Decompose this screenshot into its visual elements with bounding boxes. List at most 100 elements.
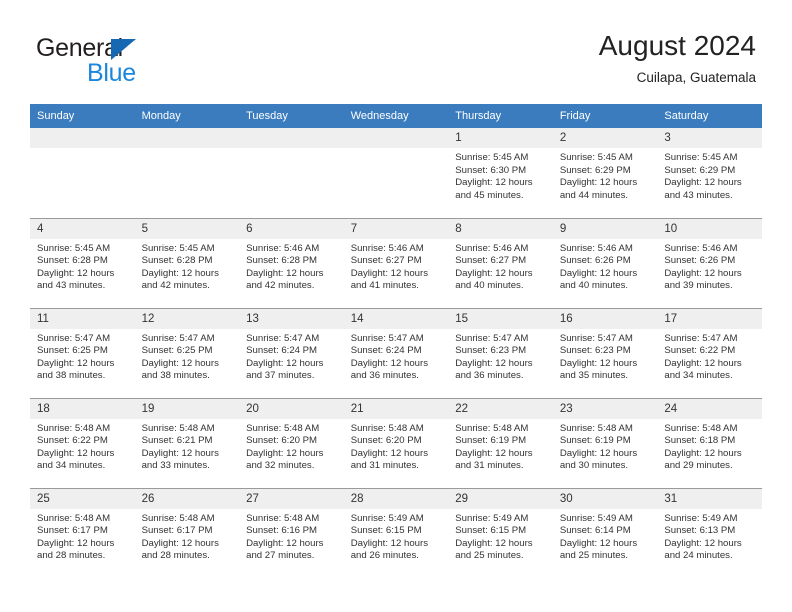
sun-info-line-sunrise: Sunrise: 5:48 AM [141, 512, 215, 524]
sun-info-line-daylight-1: Daylight: 12 hours [350, 537, 429, 549]
sun-info-line-daylight-1: Daylight: 12 hours [455, 177, 533, 189]
calendar-day-cell[interactable]: 14 Sunrise: 5:47 AM Sunset: 6:24 PM Dayligh… [343, 307, 449, 398]
sun-info-line-sunrise: Sunrise: 5:46 AM [455, 242, 529, 254]
calendar-day-cell[interactable]: 19 Sunrise: 5:48 AM Sunset: 6:21 PM Dayligh… [134, 397, 240, 488]
calendar-day-cell[interactable]: 27 Sunrise: 5:48 AM Sunset: 6:16 PM Dayligh… [239, 487, 344, 578]
sun-info-line-sunrise: Sunrise: 5:49 AM [559, 512, 633, 524]
sun-info-line-sunset: Sunset: 6:20 PM [350, 435, 422, 447]
sun-info-line-sunrise: Sunrise: 5:46 AM [664, 242, 738, 254]
sun-info-line-daylight-1: Daylight: 12 hours [350, 267, 429, 279]
sun-info-line-daylight-1: Daylight: 12 hours [664, 447, 742, 459]
calendar-day-cell[interactable]: 7 Sunrise: 5:46 AM Sunset: 6:27 PM Daylight… [343, 217, 449, 308]
calendar-day-cell[interactable]: 3 Sunrise: 5:45 AM Sunset: 6:29 PM Daylight… [657, 128, 762, 218]
calendar-week-row: 18 Sunrise: 5:48 AM Sunset: 6:22 PM Dayligh… [30, 397, 762, 488]
day-number: 15 [448, 308, 553, 329]
sun-info-line-sunset: Sunset: 6:25 PM [37, 345, 108, 357]
day-number: 6 [239, 218, 344, 239]
sun-info-line-daylight-1: Daylight: 12 hours [559, 177, 638, 189]
generalblue-logo[interactable]: General Blue [36, 34, 236, 90]
weekday-header-tuesday: Tuesday [239, 104, 344, 128]
sun-info-line-daylight-2: and 33 minutes. [141, 460, 210, 472]
sun-info-line-daylight-1: Daylight: 12 hours [350, 447, 429, 459]
day-sun-info: Sunrise: 5:45 AM Sunset: 6:28 PM Daylight:… [135, 239, 240, 293]
weekday-header-thursday: Thursday [448, 104, 553, 128]
calendar-day-cell[interactable]: 1 Sunrise: 5:45 AM Sunset: 6:30 PM Daylight… [448, 128, 553, 218]
calendar-day-cell[interactable]: 13 Sunrise: 5:47 AM Sunset: 6:24 PM Dayligh… [239, 307, 344, 398]
calendar-day-cell[interactable]: 16 Sunrise: 5:47 AM Sunset: 6:23 PM Dayligh… [552, 307, 658, 398]
sun-info-line-daylight-1: Daylight: 12 hours [141, 447, 219, 459]
day-sun-info: Sunrise: 5:47 AM Sunset: 6:23 PM Daylight:… [448, 329, 553, 383]
calendar-day-cell[interactable]: 17 Sunrise: 5:47 AM Sunset: 6:22 PM Dayligh… [657, 307, 762, 398]
calendar-day-cell[interactable]: 26 Sunrise: 5:48 AM Sunset: 6:17 PM Dayligh… [134, 487, 240, 578]
calendar-day-cell[interactable]: 30 Sunrise: 5:49 AM Sunset: 6:14 PM Dayligh… [552, 487, 658, 578]
calendar-day-cell[interactable]: 4 Sunrise: 5:45 AM Sunset: 6:28 PM Daylight… [30, 217, 135, 308]
sun-info-line-sunset: Sunset: 6:24 PM [246, 345, 318, 357]
calendar-day-cell[interactable]: 21 Sunrise: 5:48 AM Sunset: 6:20 PM Dayligh… [343, 397, 449, 488]
calendar-day-cell[interactable]: 2 Sunrise: 5:45 AM Sunset: 6:29 PM Daylight… [552, 128, 658, 218]
day-number: 22 [448, 398, 553, 419]
day-number: 25 [30, 488, 135, 509]
sun-info-line-sunset: Sunset: 6:15 PM [455, 525, 527, 537]
day-sun-info: Sunrise: 5:46 AM Sunset: 6:27 PM Daylight:… [344, 239, 449, 293]
day-sun-info: Sunrise: 5:46 AM Sunset: 6:26 PM Daylight:… [657, 239, 762, 293]
sun-info-line-sunset: Sunset: 6:28 PM [246, 255, 318, 267]
calendar-day-cell[interactable]: 25 Sunrise: 5:48 AM Sunset: 6:17 PM Dayligh… [30, 487, 135, 578]
calendar-day-cell-empty [239, 128, 344, 218]
page-header: General Blue August 2024 Cuilapa, Guatem… [0, 0, 792, 100]
calendar-day-cell[interactable]: 23 Sunrise: 5:48 AM Sunset: 6:19 PM Dayligh… [552, 397, 658, 488]
day-sun-info: Sunrise: 5:47 AM Sunset: 6:25 PM Daylight:… [135, 329, 240, 383]
calendar-day-cell[interactable]: 18 Sunrise: 5:48 AM Sunset: 6:22 PM Dayligh… [30, 397, 135, 488]
day-sun-info: Sunrise: 5:46 AM Sunset: 6:27 PM Daylight:… [448, 239, 553, 293]
calendar-page: General Blue August 2024 Cuilapa, Guatem… [0, 0, 792, 612]
sun-info-line-daylight-1: Daylight: 12 hours [455, 357, 533, 369]
calendar-day-cell[interactable]: 31 Sunrise: 5:49 AM Sunset: 6:13 PM Dayligh… [657, 487, 762, 578]
sun-info-line-daylight-1: Daylight: 12 hours [141, 267, 219, 279]
sun-info-line-sunset: Sunset: 6:19 PM [559, 435, 631, 447]
logo-triangle-icon [111, 39, 136, 60]
day-number: 16 [552, 308, 658, 329]
day-sun-info: Sunrise: 5:48 AM Sunset: 6:17 PM Daylight:… [135, 509, 240, 563]
day-sun-info: Sunrise: 5:48 AM Sunset: 6:21 PM Daylight:… [135, 419, 240, 473]
calendar-day-cell[interactable]: 28 Sunrise: 5:49 AM Sunset: 6:15 PM Dayligh… [343, 487, 449, 578]
day-number: 24 [657, 398, 762, 419]
calendar-day-cell[interactable]: 20 Sunrise: 5:48 AM Sunset: 6:20 PM Dayligh… [239, 397, 344, 488]
sun-info-line-sunrise: Sunrise: 5:48 AM [559, 422, 633, 434]
day-sun-info: Sunrise: 5:46 AM Sunset: 6:26 PM Daylight:… [553, 239, 658, 293]
calendar-day-cell[interactable]: 15 Sunrise: 5:47 AM Sunset: 6:23 PM Dayligh… [448, 307, 553, 398]
calendar-day-cell[interactable]: 12 Sunrise: 5:47 AM Sunset: 6:25 PM Dayligh… [134, 307, 240, 398]
calendar-day-cell[interactable]: 11 Sunrise: 5:47 AM Sunset: 6:25 PM Dayligh… [30, 307, 135, 398]
sun-info-line-sunrise: Sunrise: 5:48 AM [37, 512, 111, 524]
sun-info-line-daylight-2: and 38 minutes. [37, 370, 106, 382]
calendar-day-cell[interactable]: 29 Sunrise: 5:49 AM Sunset: 6:15 PM Dayligh… [448, 487, 553, 578]
sun-info-line-sunrise: Sunrise: 5:47 AM [664, 332, 738, 344]
sun-info-line-daylight-1: Daylight: 12 hours [455, 537, 533, 549]
sun-info-line-daylight-2: and 40 minutes. [559, 280, 629, 292]
day-sun-info: Sunrise: 5:48 AM Sunset: 6:20 PM Daylight:… [344, 419, 449, 473]
day-number: 10 [657, 218, 762, 239]
calendar-day-cell[interactable]: 22 Sunrise: 5:48 AM Sunset: 6:19 PM Dayligh… [448, 397, 553, 488]
sun-info-line-daylight-2: and 40 minutes. [455, 280, 524, 292]
sun-info-line-sunset: Sunset: 6:28 PM [37, 255, 108, 267]
sun-info-line-daylight-2: and 25 minutes. [455, 550, 524, 562]
calendar-day-cell[interactable]: 8 Sunrise: 5:46 AM Sunset: 6:27 PM Daylight… [448, 217, 553, 308]
calendar-day-cell[interactable]: 9 Sunrise: 5:46 AM Sunset: 6:26 PM Daylight… [552, 217, 658, 308]
sun-info-line-sunset: Sunset: 6:16 PM [246, 525, 318, 537]
sun-info-line-sunset: Sunset: 6:24 PM [350, 345, 422, 357]
sun-info-line-daylight-2: and 45 minutes. [455, 189, 524, 201]
sun-info-line-daylight-2: and 43 minutes. [664, 189, 733, 201]
calendar-day-cell[interactable]: 6 Sunrise: 5:46 AM Sunset: 6:28 PM Daylight… [239, 217, 344, 308]
sun-info-line-daylight-2: and 34 minutes. [37, 460, 106, 472]
sun-info-line-daylight-1: Daylight: 12 hours [559, 537, 638, 549]
sun-info-line-daylight-2: and 42 minutes. [246, 280, 315, 292]
sun-info-line-sunset: Sunset: 6:29 PM [664, 164, 736, 176]
sun-info-line-sunrise: Sunrise: 5:48 AM [350, 422, 424, 434]
calendar-day-cell[interactable]: 24 Sunrise: 5:48 AM Sunset: 6:18 PM Dayligh… [657, 397, 762, 488]
calendar-day-cell[interactable]: 10 Sunrise: 5:46 AM Sunset: 6:26 PM Dayligh… [657, 217, 762, 308]
calendar-day-cell[interactable]: 5 Sunrise: 5:45 AM Sunset: 6:28 PM Daylight… [134, 217, 240, 308]
sun-info-line-daylight-2: and 39 minutes. [664, 280, 733, 292]
day-number: 17 [657, 308, 762, 329]
sun-info-line-sunset: Sunset: 6:25 PM [141, 345, 213, 357]
sun-info-line-daylight-1: Daylight: 12 hours [246, 357, 324, 369]
calendar-day-cell-empty [134, 128, 240, 218]
sun-info-line-sunset: Sunset: 6:22 PM [664, 345, 736, 357]
